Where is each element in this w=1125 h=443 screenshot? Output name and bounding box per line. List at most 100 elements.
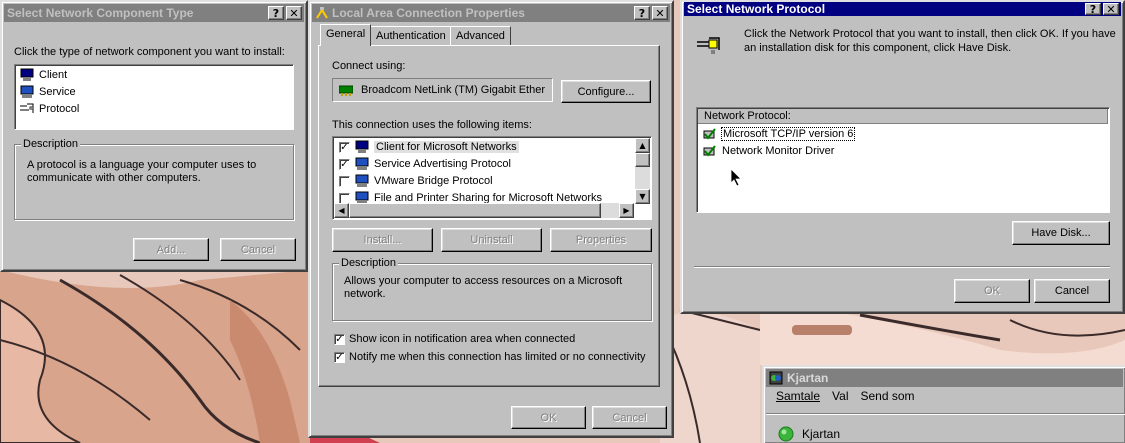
service-icon (355, 157, 369, 170)
list-item-label: Microsoft TCP/IP version 6 (720, 127, 856, 141)
connection-items-list[interactable]: ✓ Client for Microsoft Networks ✓ Servic… (332, 136, 652, 220)
window-title: Kjartan (787, 371, 829, 385)
separator (694, 266, 1110, 268)
online-status-icon (778, 426, 794, 442)
instruction-text: Click the type of network component you … (14, 46, 285, 58)
list-item-label: Client (39, 69, 68, 81)
cancel-button[interactable]: Cancel (220, 238, 296, 261)
scroll-thumb[interactable] (349, 203, 601, 218)
horizontal-scrollbar[interactable]: ◀ ▶ (334, 203, 634, 218)
tab-general[interactable]: General (320, 24, 372, 46)
dialog-title: Select Network Component Type (7, 6, 194, 20)
properties-button[interactable]: Properties (550, 228, 652, 252)
show-icon-label: Show icon in notification area when conn… (349, 333, 576, 345)
configure-button[interactable]: Configure... (561, 80, 651, 103)
description-label: Description (21, 138, 81, 150)
notify-checkbox[interactable]: ✓ (334, 351, 345, 363)
description-label: Description (339, 257, 399, 269)
title-bar: Local Area Connection Properties ? ✕ (312, 4, 670, 22)
adapter-name: Broadcom NetLink (TM) Gigabit Ether (361, 84, 546, 96)
notify-label: Notify me when this connection has limit… (349, 351, 646, 363)
notify-option[interactable]: ✓ Notify me when this connection has lim… (334, 351, 646, 363)
list-header: Network Protocol: (698, 109, 1108, 124)
messenger-app-icon (769, 371, 783, 385)
network-connection-icon (316, 7, 328, 19)
mouse-pointer-icon (730, 168, 742, 187)
contact-row[interactable]: Kjartan (778, 426, 840, 442)
show-icon-option[interactable]: ✓ Show icon in notification area when co… (334, 333, 575, 345)
network-adapter-icon (339, 85, 353, 96)
protocol-icon (697, 37, 720, 54)
have-disk-button[interactable]: Have Disk... (1012, 221, 1110, 245)
connect-using-label: Connect using: (332, 60, 406, 72)
scroll-up-button[interactable]: ▲ (635, 138, 650, 153)
uninstall-button[interactable]: Uninstall (441, 228, 542, 252)
protocol-item-icon (703, 145, 716, 157)
contact-name: Kjartan (802, 427, 841, 441)
item-checkbox[interactable] (339, 192, 350, 204)
description-group: Description A protocol is a language you… (14, 138, 294, 220)
help-button[interactable]: ? (1085, 3, 1101, 15)
component-type-list[interactable]: Client Service Protocol (14, 64, 294, 130)
scroll-down-button[interactable]: ▼ (635, 189, 650, 204)
menu-val[interactable]: Val (832, 389, 848, 407)
title-bar: Select Network Protocol ? ✕ (684, 2, 1121, 16)
lan-properties-dialog: Local Area Connection Properties ? ✕ Gen… (308, 0, 674, 438)
tab-advanced[interactable]: Advanced (450, 26, 511, 46)
scroll-left-button[interactable]: ◀ (334, 203, 349, 218)
list-item[interactable]: ✓ Service Advertising Protocol (339, 157, 511, 171)
protocol-list[interactable]: Network Protocol: Microsoft TCP/IP versi… (696, 107, 1110, 213)
select-component-dialog: Select Network Component Type ? ✕ Click … (0, 0, 308, 272)
list-item-protocol[interactable]: Protocol (19, 102, 79, 116)
title-bar: Kjartan (766, 369, 1123, 387)
menu-samtale[interactable]: Samtale (776, 389, 820, 407)
help-button[interactable]: ? (268, 6, 284, 20)
cancel-button[interactable]: Cancel (592, 406, 667, 429)
install-button[interactable]: Install... (332, 228, 433, 252)
item-checkbox[interactable]: ✓ (339, 158, 350, 170)
ok-button[interactable]: OK (511, 406, 586, 429)
computer-icon (20, 68, 34, 81)
list-item[interactable]: ✓ Client for Microsoft Networks (339, 140, 519, 154)
scroll-right-button[interactable]: ▶ (619, 203, 634, 218)
list-item-tcpip6[interactable]: Microsoft TCP/IP version 6 (702, 127, 856, 141)
protocol-item-icon (703, 128, 716, 140)
description-text: A protocol is a language your computer u… (27, 159, 257, 184)
item-checkbox[interactable]: ✓ (339, 141, 350, 153)
service-icon (20, 85, 34, 98)
list-item-label: Network Monitor Driver (722, 145, 835, 157)
dialog-title: Select Network Protocol (687, 2, 826, 16)
list-header-label: Network Protocol: (704, 110, 791, 122)
item-checkbox[interactable] (339, 175, 350, 187)
ok-button[interactable]: OK (954, 279, 1030, 303)
list-item-label: Service (39, 86, 76, 98)
tab-authentication[interactable]: Authentication (370, 26, 452, 46)
scroll-thumb[interactable] (635, 153, 650, 167)
vertical-scrollbar[interactable]: ▲ ▼ (635, 138, 650, 204)
messenger-window: Kjartan Samtale Val Send som Kjartan (762, 365, 1125, 443)
protocol-icon (355, 174, 369, 187)
description-text: Allows your computer to access resources… (344, 275, 623, 300)
show-icon-checkbox[interactable]: ✓ (334, 333, 345, 345)
menu-separator (766, 413, 1125, 415)
help-button[interactable]: ? (634, 6, 650, 20)
list-item-netmon[interactable]: Network Monitor Driver (702, 144, 834, 158)
add-button[interactable]: Add... (133, 238, 209, 261)
title-bar: Select Network Component Type ? ✕ (4, 4, 304, 22)
computer-icon (355, 140, 369, 153)
adapter-field: Broadcom NetLink (TM) Gigabit Ether (332, 78, 553, 102)
dialog-title: Local Area Connection Properties (332, 6, 525, 20)
menu-bar: Samtale Val Send som (766, 389, 1125, 407)
list-item-label: Protocol (39, 103, 80, 115)
cancel-button[interactable]: Cancel (1034, 279, 1110, 303)
item-label: Service Advertising Protocol (374, 158, 511, 170)
list-item-client[interactable]: Client (19, 68, 67, 82)
menu-send-som[interactable]: Send som (860, 389, 914, 407)
close-button[interactable]: ✕ (1103, 3, 1119, 15)
close-button[interactable]: ✕ (652, 6, 668, 20)
description-group: Description Allows your computer to acce… (332, 257, 652, 321)
list-item[interactable]: VMware Bridge Protocol (339, 174, 493, 188)
items-label: This connection uses the following items… (332, 119, 532, 131)
list-item-service[interactable]: Service (19, 85, 76, 99)
close-button[interactable]: ✕ (286, 6, 302, 20)
